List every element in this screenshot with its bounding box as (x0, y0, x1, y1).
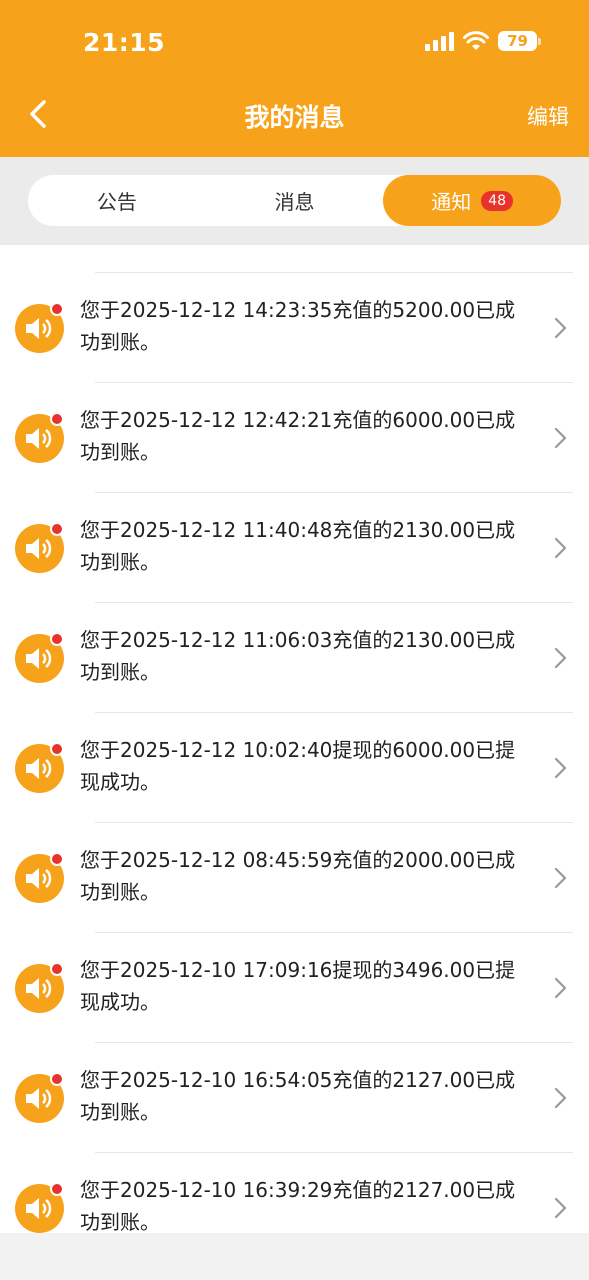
notification-list[interactable]: 您于2025-12-12 14:23:35充值的5200.00已成功到账。 您于… (0, 245, 589, 1233)
message-text: 您于2025-12-12 10:02:40提现的6000.00已提现成功。 (80, 738, 516, 794)
status-time: 21:15 (83, 28, 166, 57)
message-text: 您于2025-12-12 12:42:21充值的6000.00已成功到账。 (80, 408, 516, 464)
wifi-icon (463, 31, 489, 50)
unread-dot (50, 632, 64, 646)
tab-label: 消息 (274, 190, 315, 214)
message-text: 您于2025-12-12 08:45:59充值的2000.00已成功到账。 (80, 848, 516, 904)
list-item[interactable]: 您于2025-12-12 08:45:59充值的2000.00已成功到账。 (0, 823, 589, 933)
bottom-safe-area (0, 1233, 589, 1280)
unread-dot (50, 962, 64, 976)
chevron-right-icon (554, 977, 567, 999)
unread-dot (50, 742, 64, 756)
unread-dot (50, 302, 64, 316)
list-item[interactable]: 您于2025-12-12 11:06:03充值的2130.00已成功到账。 (0, 603, 589, 713)
list-item[interactable]: 您于2025-12-10 17:09:16提现的3496.00已提现成功。 (0, 933, 589, 1043)
message-text: 您于2025-12-10 16:39:29充值的2127.00已成功到账。 (80, 1178, 516, 1233)
list-item[interactable]: 您于2025-12-10 16:39:29充值的2127.00已成功到账。 (0, 1153, 589, 1233)
unread-dot (50, 412, 64, 426)
unread-dot (50, 1072, 64, 1086)
page-title: 我的消息 (244, 103, 345, 132)
segmented-tabs: 公告 消息 通知 48 (28, 175, 562, 226)
list-item[interactable]: 您于2025-12-12 10:02:40提现的6000.00已提现成功。 (0, 713, 589, 823)
edit-button[interactable]: 编辑 (527, 101, 569, 131)
message-text: 您于2025-12-12 14:23:35充值的5200.00已成功到账。 (80, 298, 516, 354)
message-text: 您于2025-12-12 11:06:03充值的2130.00已成功到账。 (80, 628, 516, 684)
chevron-right-icon (554, 537, 567, 559)
notification-count-badge: 48 (481, 190, 514, 211)
chevron-right-icon (554, 427, 567, 449)
list-item[interactable]: 您于2025-12-12 14:23:35充值的5200.00已成功到账。 (0, 273, 589, 383)
tab-notifications[interactable]: 通知 48 (383, 175, 562, 226)
chevron-right-icon (554, 647, 567, 669)
top-bar: 21:15 79 我的消息 编辑 (0, 0, 589, 157)
list-item[interactable]: 您于2025-12-12 11:40:48充值的2130.00已成功到账。 (0, 493, 589, 603)
message-text: 您于2025-12-10 17:09:16提现的3496.00已提现成功。 (80, 958, 516, 1014)
chevron-right-icon (554, 317, 567, 339)
status-icons: 79 (425, 31, 541, 51)
signal-icon (425, 31, 454, 51)
chevron-right-icon (554, 1087, 567, 1109)
unread-dot (50, 852, 64, 866)
message-text: 您于2025-12-10 16:54:05充值的2127.00已成功到账。 (80, 1068, 516, 1124)
tab-bar-container: 公告 消息 通知 48 (0, 157, 589, 245)
chevron-right-icon (554, 757, 567, 779)
tab-label: 公告 (96, 190, 137, 214)
tab-label: 通知 (431, 190, 472, 214)
list-item[interactable]: 您于2025-12-10 16:54:05充值的2127.00已成功到账。 (0, 1043, 589, 1153)
message-text: 您于2025-12-12 11:40:48充值的2130.00已成功到账。 (80, 518, 516, 574)
unread-dot (50, 1182, 64, 1196)
chevron-right-icon (554, 1197, 567, 1219)
chevron-right-icon (554, 867, 567, 889)
list-item[interactable]: 您于2025-12-12 12:42:21充值的6000.00已成功到账。 (0, 383, 589, 493)
tab-messages[interactable]: 消息 (206, 175, 384, 226)
unread-dot (50, 522, 64, 536)
tab-announcements[interactable]: 公告 (28, 175, 206, 226)
battery-icon: 79 (498, 31, 541, 51)
